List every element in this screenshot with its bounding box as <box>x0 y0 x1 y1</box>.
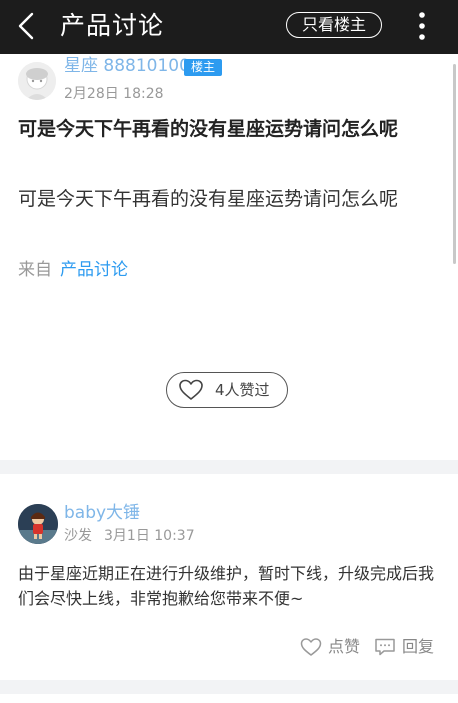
post-source: 来自 产品讨论 <box>18 258 128 282</box>
post-body: 可是今天下午再看的没有星座运势请问怎么呢 <box>18 188 399 210</box>
reply-author-name[interactable]: baby大锤 <box>64 502 140 524</box>
heart-outline-icon <box>300 638 322 656</box>
only-owner-button[interactable]: 只看楼主 <box>286 12 382 38</box>
like-count: 4人赞过 <box>215 381 270 399</box>
back-arrow-icon[interactable] <box>10 8 46 44</box>
scrollbar[interactable] <box>453 64 456 264</box>
section-divider <box>0 460 458 474</box>
post-title: 可是今天下午再看的没有星座运势请问怎么呢 <box>18 118 399 140</box>
reply-item: baby大锤 沙发 3月1日 10:37 由于星座近期正在进行升级维护，暂时下线，… <box>0 474 458 680</box>
section-divider <box>0 680 458 694</box>
reply-button-label: 回复 <box>402 637 435 656</box>
source-forum-link[interactable]: 产品讨论 <box>60 260 128 280</box>
reply-meta: 沙发 3月1日 10:37 <box>64 527 195 545</box>
page-title: 产品讨论 <box>60 11 165 40</box>
source-label: 来自 <box>18 260 52 280</box>
like-button[interactable]: 4人赞过 <box>166 372 288 408</box>
avatar[interactable] <box>18 62 56 100</box>
reply-like-label: 点赞 <box>328 637 361 656</box>
reply-body: 由于星座近期正在进行升级维护，暂时下线，升级完成后我们会尽快上线，非常抱歉给您带… <box>18 564 435 608</box>
default-avatar-icon <box>18 62 56 100</box>
post-author-name[interactable]: 星座 88810100 <box>64 56 190 72</box>
reply-avatar[interactable] <box>18 504 58 544</box>
top-app-bar: 产品讨论 只看楼主 <box>0 0 458 54</box>
owner-badge: 楼主 <box>184 59 222 76</box>
comment-icon <box>375 638 395 656</box>
floor-label: 沙发 <box>64 528 92 544</box>
post-timestamp: 2月28日 18:28 <box>64 86 164 102</box>
more-vertical-icon[interactable] <box>412 9 432 43</box>
reply-timestamp: 3月1日 10:37 <box>104 528 195 544</box>
original-post: 星座 88810100 楼主 2月28日 18:28 可是今天下午再看的没有星座… <box>0 54 458 460</box>
heart-outline-icon <box>179 379 203 400</box>
thread-content[interactable]: 星座 88810100 楼主 2月28日 18:28 可是今天下午再看的没有星座… <box>0 54 458 703</box>
user-avatar-icon <box>18 504 58 544</box>
